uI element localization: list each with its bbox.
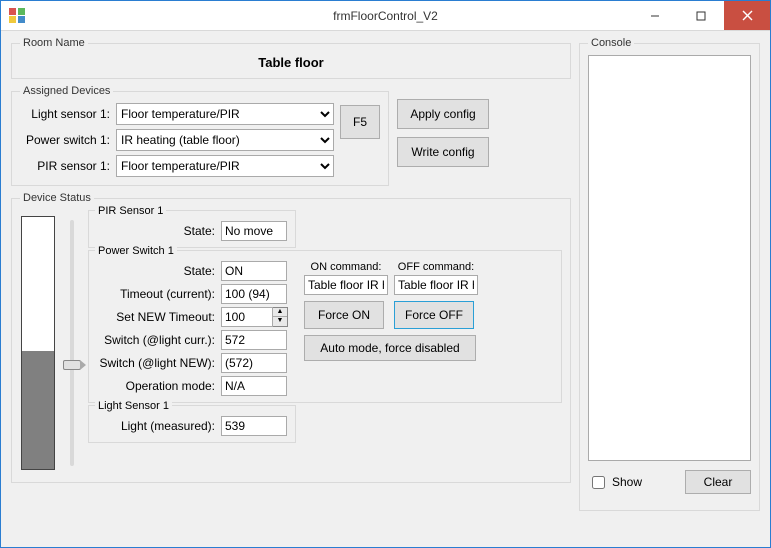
pw-state-label: State: — [97, 264, 215, 278]
pir-group: PIR Sensor 1 State: — [88, 210, 296, 248]
pw-state-field — [221, 261, 287, 281]
pw-timeoutcur-label: Timeout (current): — [97, 287, 215, 301]
on-cmd-field[interactable] — [304, 275, 388, 295]
room-name-legend: Room Name — [20, 37, 88, 49]
clear-button[interactable]: Clear — [685, 470, 751, 494]
close-button[interactable] — [724, 1, 770, 30]
light-sensor-group: Light Sensor 1 Light (measured): — [88, 405, 296, 443]
light-measured-field — [221, 416, 287, 436]
pir-legend: PIR Sensor 1 — [95, 205, 166, 217]
device-status-legend: Device Status — [20, 192, 94, 204]
assigned-devices-legend: Assigned Devices — [20, 85, 113, 97]
light-sensor-label: Light sensor 1: — [20, 107, 110, 121]
show-label: Show — [612, 475, 642, 489]
power-group: Power Switch 1 State: Timeout (current):… — [88, 250, 562, 403]
titlebar[interactable]: frmFloorControl_V2 — [1, 1, 770, 31]
force-off-button[interactable]: Force OFF — [394, 301, 474, 329]
pw-timeoutnew-label: Set NEW Timeout: — [97, 310, 215, 324]
off-cmd-field[interactable] — [394, 275, 478, 295]
pir-sensor-label: PIR sensor 1: — [20, 159, 110, 173]
minimize-button[interactable] — [632, 1, 678, 30]
on-cmd-header: ON command: — [304, 261, 388, 273]
pw-timeoutnew-field[interactable] — [221, 307, 273, 327]
power-legend: Power Switch 1 — [95, 245, 177, 257]
pw-timeoutnew-spinner[interactable]: ▲▼ — [273, 307, 288, 327]
pw-swcur-field — [221, 330, 287, 350]
console-legend: Console — [588, 37, 634, 49]
pir-state-field — [221, 221, 287, 241]
light-measured-label: Light (measured): — [97, 419, 215, 433]
room-name-value: Table floor — [20, 55, 562, 70]
console-group: Console Show Clear — [579, 37, 760, 511]
app-icon — [9, 8, 25, 24]
maximize-button[interactable] — [678, 1, 724, 30]
force-on-button[interactable]: Force ON — [304, 301, 384, 329]
light-sensor-select[interactable]: Floor temperature/PIR — [116, 103, 334, 125]
power-switch-label: Power switch 1: — [20, 133, 110, 147]
pw-op-label: Operation mode: — [97, 379, 215, 393]
light-bar — [21, 216, 55, 470]
light-sensor-legend: Light Sensor 1 — [95, 400, 172, 412]
threshold-slider[interactable] — [70, 220, 74, 466]
pir-sensor-select[interactable]: Floor temperature/PIR — [116, 155, 334, 177]
client-area: Room Name Table floor Assigned Devices L… — [1, 31, 770, 547]
pw-swnew-field — [221, 353, 287, 373]
pw-op-field — [221, 376, 287, 396]
window-title: frmFloorControl_V2 — [333, 9, 438, 23]
device-status-group: Device Status — [11, 192, 571, 483]
app-window: frmFloorControl_V2 Room Name Table floor — [0, 0, 771, 548]
pw-swnew-label: Switch (@light NEW): — [97, 356, 215, 370]
pw-swcur-label: Switch (@light curr.): — [97, 333, 215, 347]
apply-config-button[interactable]: Apply config — [397, 99, 489, 129]
pir-state-label: State: — [97, 224, 215, 238]
auto-mode-button[interactable]: Auto mode, force disabled — [304, 335, 476, 361]
f5-button[interactable]: F5 — [340, 105, 380, 139]
show-checkbox[interactable] — [592, 476, 605, 489]
write-config-button[interactable]: Write config — [397, 137, 489, 167]
console-output[interactable] — [588, 55, 751, 461]
off-cmd-header: OFF command: — [394, 261, 478, 273]
pw-timeoutcur-field — [221, 284, 287, 304]
room-name-group: Room Name Table floor — [11, 37, 571, 79]
assigned-devices-group: Assigned Devices Light sensor 1: Floor t… — [11, 85, 389, 186]
power-switch-select[interactable]: IR heating (table floor) — [116, 129, 334, 151]
